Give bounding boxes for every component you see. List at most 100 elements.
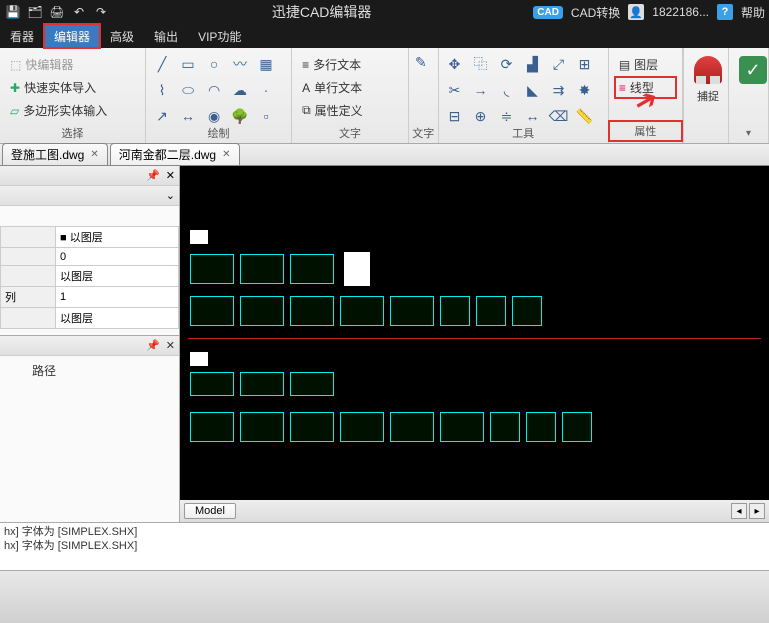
tree-icon[interactable]: 🌳 — [230, 106, 250, 126]
drawing-thumb — [290, 296, 334, 326]
group-label-tools: 工具 — [439, 125, 608, 141]
tab-viewer[interactable]: 看器 — [0, 24, 44, 48]
pin-icon[interactable]: 📌 — [146, 339, 160, 352]
rotate-icon[interactable]: ⟳ — [497, 54, 517, 74]
drawing-thumb — [562, 412, 592, 442]
dropdown-icon[interactable]: ▾ — [729, 128, 768, 139]
close-icon[interactable]: ✕ — [222, 149, 230, 160]
ray-icon[interactable]: ↗ — [152, 106, 172, 126]
saveall-icon[interactable]: 🗂 — [26, 3, 44, 21]
offset-icon[interactable]: ⇉ — [549, 80, 569, 100]
stretch-icon[interactable]: ↔ — [523, 106, 543, 126]
drawing-thumb — [190, 352, 208, 366]
erase-icon[interactable]: ⌫ — [549, 106, 569, 126]
drawing-thumb — [190, 372, 234, 396]
cad-convert-link[interactable]: CAD转换 — [571, 4, 620, 21]
explode-icon[interactable]: ✸ — [575, 80, 595, 100]
cloud-icon[interactable]: ☁ — [230, 80, 250, 100]
help-icon[interactable]: ? — [717, 4, 733, 20]
group-label-select: 选择 — [0, 125, 145, 141]
polyline-icon[interactable]: ⌇ — [152, 80, 172, 100]
drawing-thumb — [490, 412, 520, 442]
ribbon-group-tools: ✥ ⿻ ⟳ ▟ ⤢ ⊞ ✂ → ◟ ◣ ⇉ ✸ ⊟ ⊕ ≑ ↔ ⌫ 📏 工具 — [439, 48, 609, 143]
align-icon[interactable]: ≑ — [497, 106, 517, 126]
drawing-thumb — [440, 296, 470, 326]
snap-button[interactable]: 捕捉 — [690, 50, 726, 104]
tab-vip[interactable]: VIP功能 — [188, 24, 251, 48]
app-title: 迅捷CAD编辑器 — [110, 2, 533, 22]
user-icon[interactable]: 👤 — [628, 4, 644, 20]
ribbon-group-confirm: ✓ ▾ — [729, 48, 769, 143]
donut-icon[interactable]: ◉ — [204, 106, 224, 126]
drawing-thumb — [290, 254, 334, 284]
textedit-icon[interactable]: ✎ — [415, 54, 432, 71]
command-line[interactable]: hx] 字体为 [SIMPLEX.SHX] hx] 字体为 [SIMPLEX.S… — [0, 522, 769, 570]
singleline-text-button[interactable]: A 单行文本 — [298, 77, 402, 98]
attr-def-button[interactable]: ⧉ 属性定义 — [298, 100, 402, 121]
fast-import-button[interactable]: ✚ 快速实体导入 — [6, 77, 139, 98]
close-icon[interactable]: ✕ — [166, 169, 175, 182]
redo-icon[interactable]: ↷ — [92, 3, 110, 21]
drawing-thumb — [240, 254, 284, 284]
multiline-text-button[interactable]: ≡ 多行文本 — [298, 54, 402, 75]
measure-icon[interactable]: 📏 — [575, 106, 595, 126]
panel-header: 📌 ✕ — [0, 336, 179, 356]
quick-edit-button[interactable]: ⬚ 快编辑器 — [6, 54, 139, 75]
trim-icon[interactable]: ✂ — [445, 80, 465, 100]
circle-icon[interactable]: ○ — [204, 54, 224, 74]
drawing-thumb — [190, 230, 208, 244]
tab-editor[interactable]: 编辑器 — [44, 24, 100, 48]
tab-advanced[interactable]: 高级 — [100, 24, 144, 48]
extend-icon[interactable]: → — [471, 80, 491, 100]
array-icon[interactable]: ⊞ — [575, 54, 595, 74]
tab-next-icon[interactable]: ▸ — [749, 503, 765, 519]
fillet-icon[interactable]: ◟ — [497, 80, 517, 100]
user-name[interactable]: 1822186... — [652, 5, 709, 19]
block-icon[interactable]: ▫ — [256, 106, 276, 126]
chamfer-icon[interactable]: ◣ — [523, 80, 543, 100]
save-icon[interactable]: 💾 — [4, 3, 22, 21]
drawing-thumb — [512, 296, 542, 326]
undo-icon[interactable]: ↶ — [70, 3, 88, 21]
polygon-input-button[interactable]: ▱ 多边形实体输入 — [6, 100, 139, 121]
tab-output[interactable]: 输出 — [144, 24, 188, 48]
move-icon[interactable]: ✥ — [445, 54, 465, 74]
layer-button[interactable]: ▤ 图层 — [615, 54, 676, 75]
copy-icon[interactable]: ⿻ — [471, 54, 491, 74]
pin-icon[interactable]: 📌 — [146, 169, 160, 182]
xline-icon[interactable]: ↔ — [178, 106, 198, 126]
help-link[interactable]: 帮助 — [741, 4, 765, 21]
mtext-icon: ≡ — [302, 58, 309, 72]
drawing-thumb — [390, 296, 434, 326]
confirm-button[interactable]: ✓ — [735, 50, 769, 86]
mirror-icon[interactable]: ▟ — [523, 54, 543, 74]
chevron-down-icon[interactable]: ⌄ — [166, 189, 175, 202]
arc-icon[interactable]: ◠ — [204, 80, 224, 100]
scale-icon[interactable]: ⤢ — [549, 54, 569, 74]
point-icon[interactable]: ∙ — [256, 80, 276, 100]
close-icon[interactable]: ✕ — [90, 149, 98, 160]
stext-icon: A — [302, 81, 310, 95]
line-icon[interactable]: ╱ — [152, 54, 172, 74]
break-icon[interactable]: ⊟ — [445, 106, 465, 126]
layout-tabs: Model ◂ ▸ — [180, 500, 769, 522]
join-icon[interactable]: ⊕ — [471, 106, 491, 126]
properties-panel: 📌 ✕ ⌄ ■ 以图层 0 以图层 列1 以图层 — [0, 166, 179, 336]
model-tab[interactable]: Model — [184, 503, 236, 519]
drawing-thumb — [240, 372, 284, 396]
print-icon[interactable]: 🖨 — [48, 3, 66, 21]
close-icon[interactable]: ✕ — [166, 339, 175, 352]
spline-icon[interactable]: 〰 — [230, 54, 250, 74]
file-tab-1[interactable]: 河南金都二层.dwg ✕ — [110, 143, 240, 165]
drawing-canvas[interactable] — [180, 166, 769, 500]
file-tab-0[interactable]: 登施工图.dwg ✕ — [2, 143, 108, 165]
ribbon-group-text: ≡ 多行文本 A 单行文本 ⧉ 属性定义 文字 — [292, 48, 409, 143]
hatch-icon[interactable]: ▦ — [256, 54, 276, 74]
rect-icon[interactable]: ▭ — [178, 54, 198, 74]
drawing-thumb — [190, 296, 234, 326]
cmd-output-line: hx] 字体为 [SIMPLEX.SHX] — [4, 539, 765, 553]
ellipse-icon[interactable]: ⬭ — [178, 80, 198, 100]
tab-prev-icon[interactable]: ◂ — [731, 503, 747, 519]
linetype-button[interactable]: ≡ 线型 — [615, 77, 676, 98]
table-row: 以图层 — [1, 308, 179, 329]
